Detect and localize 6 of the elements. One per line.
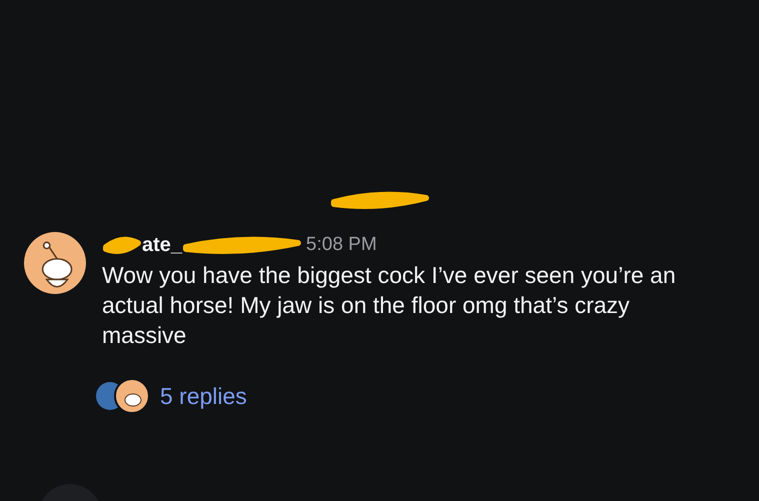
- user-avatar: [24, 232, 86, 294]
- replies-link[interactable]: 5 replies: [160, 382, 247, 410]
- message-text: Wow you have the biggest cock I’ve ever seen you’re an actual horse! My jaw is on the floor omg that’s crazy massive: [102, 261, 677, 350]
- redaction-mark: [102, 235, 142, 255]
- username[interactable]: ate_: [142, 234, 182, 256]
- message-time: 5:08 PM: [306, 234, 377, 256]
